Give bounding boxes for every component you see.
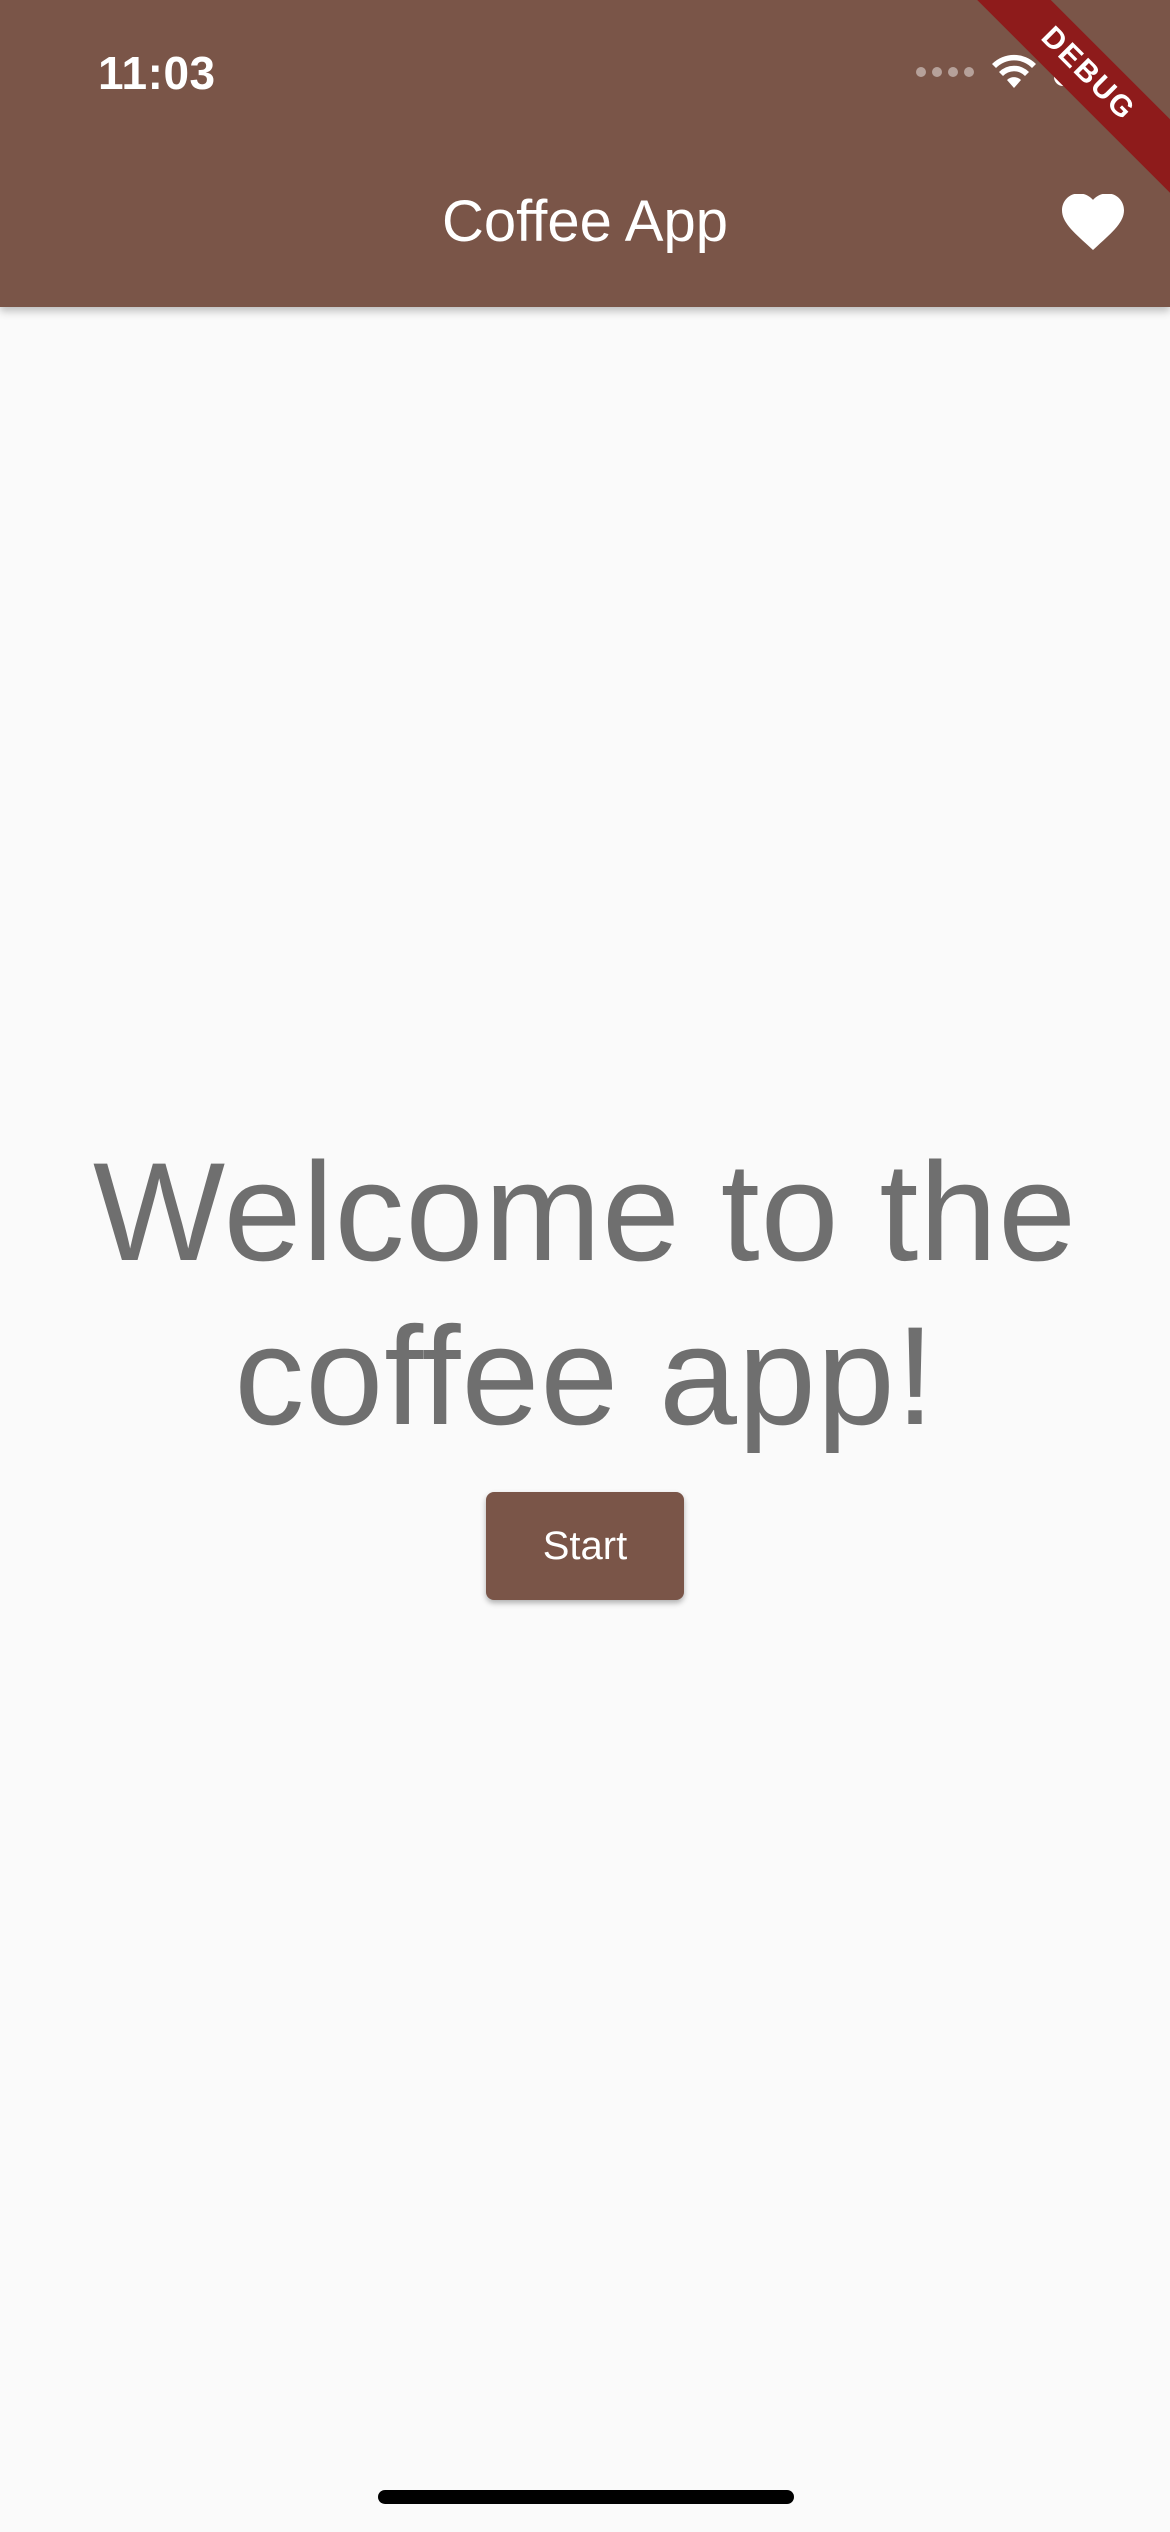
status-icons	[916, 52, 1117, 92]
screen: 11:03 Coffee App DEBUG Welcome to the co…	[0, 0, 1170, 2532]
wifi-icon	[992, 54, 1036, 88]
home-indicator[interactable]	[378, 2490, 794, 2504]
welcome-section: Welcome to the coffee app! Start	[0, 1130, 1170, 1600]
app-bar: 11:03 Coffee App	[0, 0, 1170, 307]
battery-icon	[1054, 58, 1117, 86]
app-title: Coffee App	[442, 189, 728, 254]
welcome-heading: Welcome to the coffee app!	[92, 1133, 1078, 1454]
favorites-button[interactable]	[1056, 186, 1130, 260]
start-button[interactable]: Start	[486, 1492, 684, 1600]
status-time: 11:03	[98, 47, 216, 99]
cellular-signal-icon	[916, 67, 974, 77]
heart-icon	[1062, 194, 1124, 250]
